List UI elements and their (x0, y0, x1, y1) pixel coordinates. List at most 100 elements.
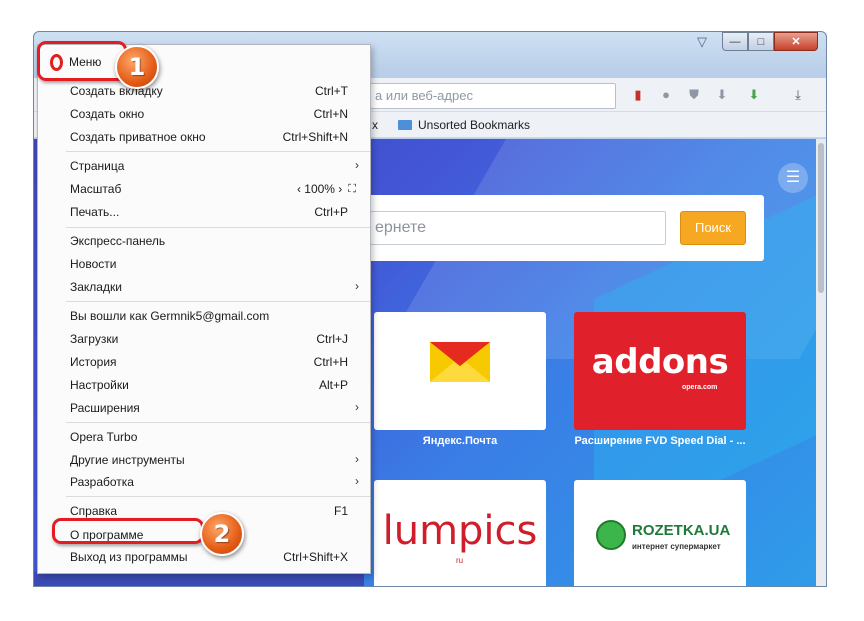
menu-item-label: Настройки (70, 378, 129, 392)
menu-item-label: Печать... (70, 205, 120, 219)
opera-main-menu: Меню Создать вкладку Ctrl+T Создать окно C… (37, 44, 371, 574)
menu-item-label: Другие инструменты (70, 453, 185, 467)
folder-icon (398, 120, 412, 130)
menu-separator (66, 151, 370, 152)
menu-item-shortcut: Alt+P (318, 378, 348, 392)
menu-item-label: Справка (70, 504, 118, 518)
vpn-globe-icon[interactable]: ● (658, 87, 674, 103)
menu-item-label: Вы вошли как Germnik5@gmail.com (70, 309, 270, 323)
speed-dial-tile-rozetka[interactable]: ROZETKA.UA интернет супермаркет (574, 480, 746, 586)
speed-dial-tile-addons[interactable]: addons opera.com (574, 312, 746, 430)
menu-item-label: Создать вкладку (70, 84, 163, 98)
zoom-control: ‹ 100% › ⛶ (297, 182, 356, 196)
savefrom-extension-icon[interactable]: ⬇ (746, 87, 762, 103)
highlight-ring-about (52, 518, 204, 544)
chevron-right-icon: › (355, 474, 359, 488)
rozetka-logo-text: ROZETKA.UA (632, 522, 731, 539)
step-badge-1: 1 (115, 45, 159, 89)
menu-item-label: Расширения (70, 401, 140, 415)
speed-dial-tile-lumpics[interactable]: lumpics ru (374, 480, 546, 586)
menu-item-developer[interactable]: Разработка › (38, 471, 370, 494)
menu-item-new-tab[interactable]: Создать вкладку Ctrl+T (38, 80, 370, 103)
addons-logo-text: addons (591, 342, 729, 382)
menu-item-label: История (70, 355, 117, 369)
menu-item-shortcut: Ctrl+H (313, 355, 348, 369)
tab-list-icon[interactable]: ▽ (694, 35, 710, 49)
menu-item-label: Выход из программы (70, 550, 188, 564)
bookmark-other-fragment[interactable]: x (372, 118, 378, 132)
menu-item-shortcut: Ctrl+P (314, 205, 348, 219)
minimize-button[interactable]: — (722, 32, 748, 51)
fullscreen-icon[interactable]: ⛶ (348, 183, 356, 196)
menu-item-opera-turbo[interactable]: Opera Turbo (38, 426, 370, 449)
menu-item-shortcut: Ctrl+Shift+N (282, 130, 348, 144)
maximize-button[interactable]: □ (748, 32, 774, 51)
menu-separator (66, 227, 370, 228)
screenshot-stage: ▽ — □ ✕ а или веб-адрес ▮ ● ⛊ ⬇ ⬇ ⤓ x Un… (0, 0, 864, 621)
tile-label-yandex-mail: Яндекс.Почта (422, 435, 498, 447)
menu-item-label: Новости (70, 257, 117, 271)
menu-item-label: Страница (70, 159, 125, 173)
menu-item-label: Закладки (70, 280, 122, 294)
scrollbar-thumb[interactable] (818, 143, 824, 293)
chevron-right-icon: › (355, 158, 359, 172)
menu-item-news[interactable]: Новости (38, 253, 370, 276)
zoom-value[interactable]: ‹ 100% › (297, 182, 342, 196)
menu-item-zoom[interactable]: Масштаб ‹ 100% › ⛶ (38, 178, 370, 201)
menu-item-label: Разработка (70, 475, 134, 489)
speed-dial-tile-yandex-mail[interactable] (374, 312, 546, 430)
menu-separator (66, 496, 370, 497)
menu-item-settings[interactable]: Настройки Alt+P (38, 374, 370, 397)
menu-item-new-window[interactable]: Создать окно Ctrl+N (38, 103, 370, 126)
chevron-right-icon: › (355, 452, 359, 466)
menu-item-signed-in[interactable]: Вы вошли как Germnik5@gmail.com (38, 305, 370, 328)
menu-separator (66, 422, 370, 423)
menu-item-label: Масштаб (70, 182, 122, 196)
menu-item-extensions[interactable]: Расширения › (38, 397, 370, 420)
chevron-right-icon: › (355, 400, 359, 414)
window-controls: — □ ✕ (722, 32, 818, 52)
menu-separator (66, 301, 370, 302)
menu-item-shortcut: Ctrl+T (315, 84, 348, 98)
lumpics-logo-sub: ru (456, 556, 464, 565)
menu-item-page[interactable]: Страница › (38, 155, 370, 178)
taskbar-strip (34, 572, 364, 586)
bookmark-unsorted-label: Unsorted Bookmarks (418, 118, 531, 132)
menu-item-other-tools[interactable]: Другие инструменты › (38, 449, 370, 472)
menu-item-label: Создать приватное окно (70, 130, 206, 144)
highlight-ring-menu (37, 41, 127, 81)
mail-envelope-icon (430, 342, 490, 382)
chevron-right-icon: › (355, 279, 359, 293)
adblock-shield-icon[interactable]: ⛊ (686, 87, 702, 103)
menu-item-new-private-window[interactable]: Создать приватное окно Ctrl+Shift+N (38, 126, 370, 149)
downloads-icon[interactable]: ⤓ (790, 87, 806, 103)
search-button[interactable]: Поиск (680, 211, 746, 245)
customize-speed-dial-icon[interactable]: ☰ (778, 163, 808, 193)
addons-logo-sub: opera.com (682, 384, 718, 391)
menu-item-label: Создать окно (70, 107, 145, 121)
download-extension-icon[interactable]: ⬇ (714, 87, 730, 103)
menu-item-exit[interactable]: Выход из программы Ctrl+Shift+X (38, 546, 370, 569)
close-button[interactable]: ✕ (774, 32, 818, 51)
tile-label-addons: Расширение FVD Speed Dial - ... (574, 435, 746, 447)
menu-item-label: Opera Turbo (70, 430, 138, 444)
menu-item-speed-dial[interactable]: Экспресс-панель (38, 230, 370, 253)
bookmark-page-icon[interactable]: ▮ (630, 87, 646, 103)
scrollbar[interactable] (816, 139, 826, 586)
menu-item-shortcut: Ctrl+J (316, 332, 348, 346)
menu-item-shortcut: F1 (333, 504, 348, 518)
menu-item-label: Загрузки (70, 332, 119, 346)
search-input[interactable]: ернете (370, 211, 666, 245)
speed-dial-search: ернете Поиск (364, 195, 764, 261)
address-bar[interactable]: а или веб-адрес (334, 83, 616, 109)
lumpics-logo-text: lumpics (382, 508, 538, 554)
menu-item-print[interactable]: Печать... Ctrl+P (38, 201, 370, 224)
menu-item-shortcut: Ctrl+N (313, 107, 348, 121)
rozetka-logo-sub: интернет супермаркет (632, 542, 721, 551)
menu-item-shortcut: Ctrl+Shift+X (283, 550, 348, 564)
menu-item-downloads[interactable]: Загрузки Ctrl+J (38, 328, 370, 351)
menu-item-label: Экспресс-панель (70, 234, 166, 248)
bookmark-unsorted[interactable]: Unsorted Bookmarks (398, 118, 530, 132)
menu-item-history[interactable]: История Ctrl+H (38, 351, 370, 374)
menu-item-bookmarks[interactable]: Закладки › (38, 276, 370, 299)
